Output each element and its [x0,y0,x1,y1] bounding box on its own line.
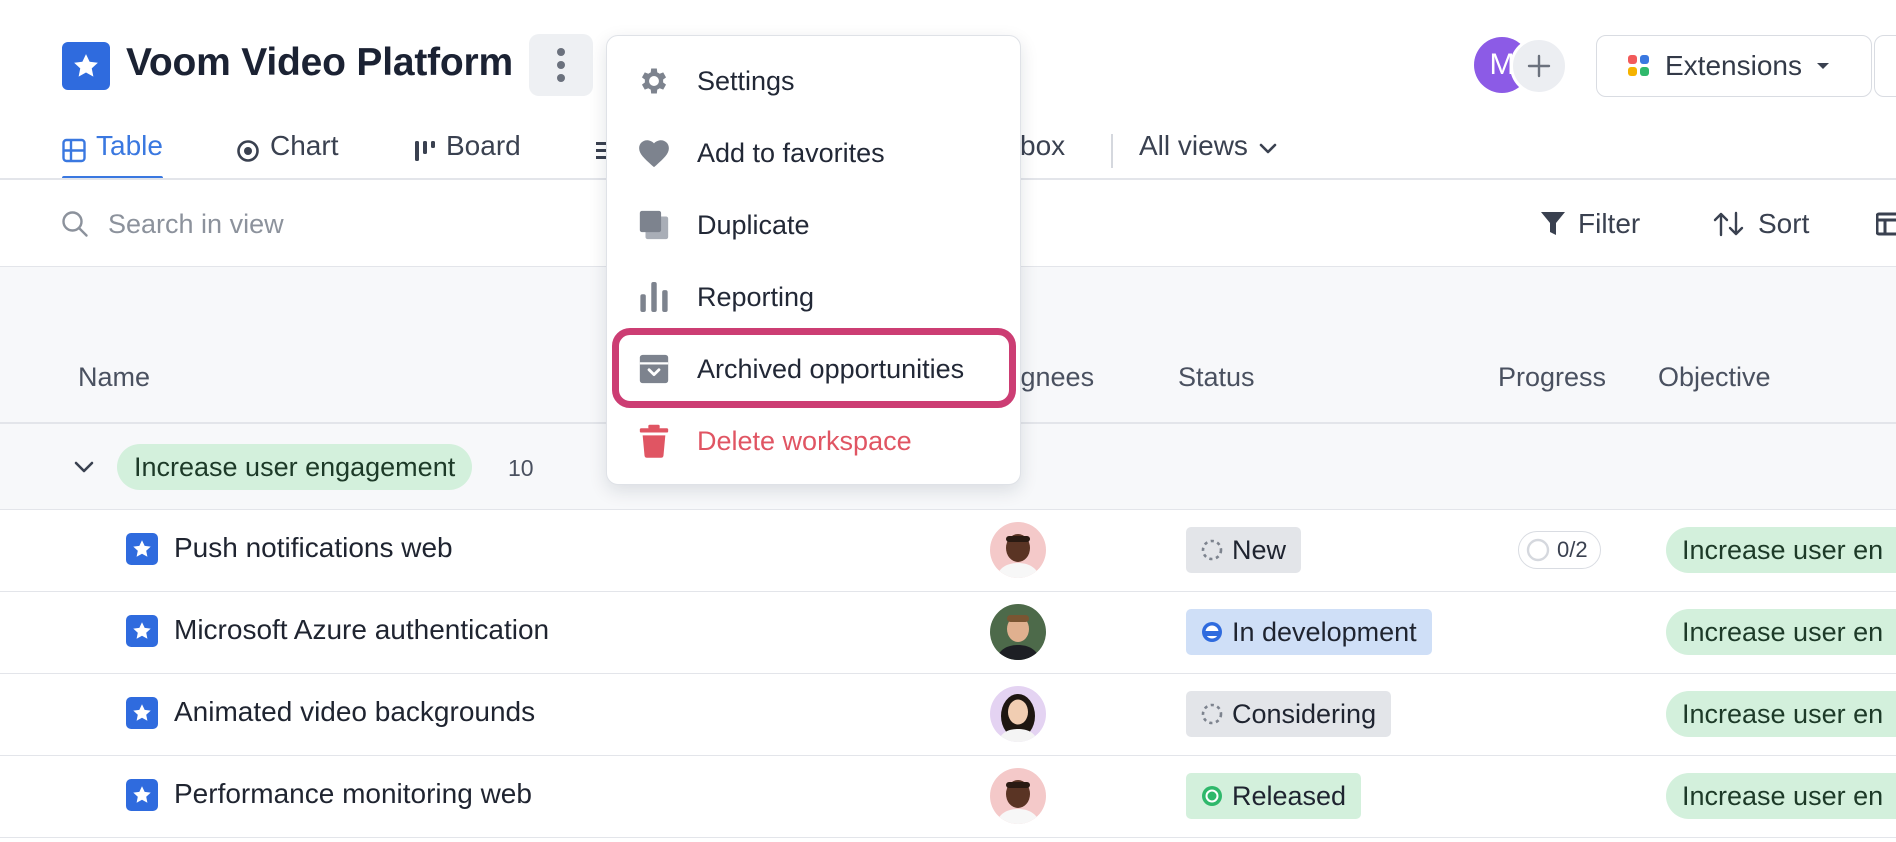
add-member-button[interactable] [1510,37,1568,95]
chevron-down-icon[interactable] [72,455,96,479]
column-header-name[interactable]: Name [78,362,150,393]
table-icon [62,138,86,163]
tab-table[interactable]: Table [62,130,163,180]
group-count: 10 [508,455,534,481]
filter-icon [1541,212,1565,235]
tabs-divider [1111,134,1113,168]
table-row[interactable]: Performance monitoring web Released Incr… [0,756,1896,838]
objective-pill[interactable]: Increase user en [1666,773,1896,819]
workspace-title: Voom Video Platform [126,41,513,84]
column-header-progress[interactable]: Progress [1498,362,1606,393]
extensions-button[interactable]: Extensions [1596,35,1872,97]
column-header-objective[interactable]: Objective [1658,362,1771,393]
chevron-down-icon [1259,143,1277,154]
status-badge[interactable]: New [1186,527,1302,573]
workspace-dropdown-menu: Settings Add to favorites Duplicate Repo… [606,35,1021,485]
extensions-label: Extensions [1665,50,1802,81]
columns-button[interactable] [1876,206,1896,242]
archive-icon [637,352,671,386]
row-name[interactable]: Performance monitoring web [174,778,532,810]
row-name[interactable]: Push notifications web [174,532,453,564]
table-row[interactable]: Animated video backgrounds Considering I… [0,674,1896,756]
columns-icon [1876,212,1896,236]
menu-item-duplicate[interactable]: Duplicate [607,196,1020,254]
objective-pill[interactable]: Increase user en [1666,609,1896,655]
row-name[interactable]: Animated video backgrounds [174,696,535,728]
menu-item-settings[interactable]: Settings [607,52,1020,110]
dashed-circle-icon [1201,539,1223,561]
header-edge-button[interactable] [1874,35,1896,97]
menu-item-add-to-favorites[interactable]: Add to favorites [607,124,1020,182]
avatar[interactable] [990,604,1046,660]
workspace-menu-button[interactable] [529,34,593,96]
menu-item-archived-opportunities[interactable]: Archived opportunities [607,340,1020,398]
avatar[interactable] [990,686,1046,742]
group-label: Increase user engagement [117,444,473,490]
workspace-star-icon [62,42,110,90]
progress-indicator[interactable]: 0/2 [1518,531,1601,569]
in-progress-icon [1202,622,1222,642]
released-icon [1202,786,1222,806]
gear-icon [637,64,671,98]
table-row[interactable]: Push notifications web New 0/2 Increase … [0,510,1896,592]
extensions-icon [1628,55,1649,76]
search-input[interactable] [108,204,508,244]
objective-pill[interactable]: Increase user en [1666,527,1896,573]
dashed-circle-icon [1201,703,1223,725]
bar-chart-icon [637,280,671,314]
progress-ring-icon [1526,538,1550,562]
avatar[interactable] [990,522,1046,578]
plus-icon [1527,54,1551,78]
tab-board[interactable]: Board [414,130,521,180]
star-icon [126,533,158,565]
kebab-icon [557,48,565,82]
menu-item-reporting[interactable]: Reporting [607,268,1020,326]
trash-icon [637,424,671,458]
avatar[interactable] [990,768,1046,824]
sort-button[interactable]: Sort [1712,206,1809,242]
tab-inbox[interactable]: box [1020,130,1065,180]
star-icon [126,697,158,729]
tab-chart[interactable]: Chart [236,130,338,180]
status-badge[interactable]: Considering [1186,691,1392,737]
heart-icon [637,136,671,170]
target-icon [237,140,259,162]
status-badge[interactable]: Released [1186,773,1362,819]
table-row[interactable]: Microsoft Azure authentication In develo… [0,592,1896,674]
filter-button[interactable]: Filter [1540,206,1640,242]
objective-pill[interactable]: Increase user en [1666,691,1896,737]
sort-icon [1713,211,1744,237]
duplicate-icon [637,208,671,242]
caret-down-icon [1816,63,1829,69]
menu-item-delete-workspace[interactable]: Delete workspace [607,412,1020,470]
column-header-status[interactable]: Status [1178,362,1255,393]
row-name[interactable]: Microsoft Azure authentication [174,614,549,646]
board-icon [415,141,435,161]
search-icon [62,211,88,237]
star-icon [126,779,158,811]
status-badge[interactable]: In development [1186,609,1432,655]
star-icon [126,615,158,647]
all-views-button[interactable]: All views [1139,130,1278,180]
